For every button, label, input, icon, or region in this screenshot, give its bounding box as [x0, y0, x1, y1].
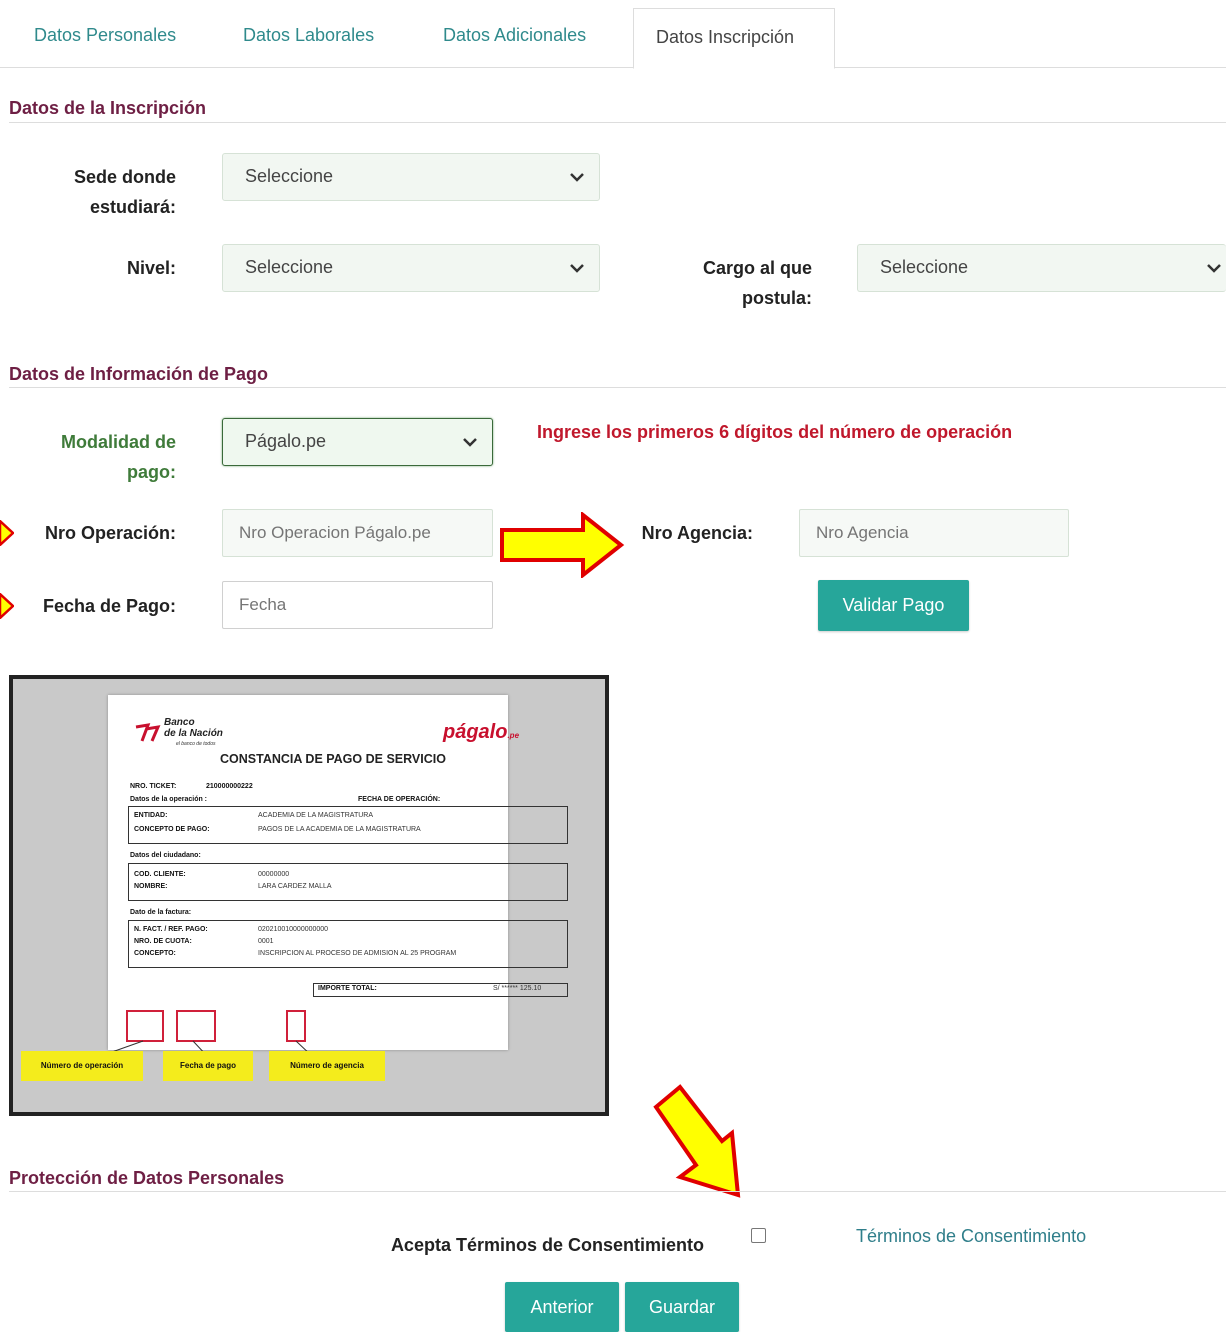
nivel-select-value: Seleccione: [245, 257, 334, 277]
validar-pago-button[interactable]: Validar Pago: [818, 580, 969, 631]
operacion-input[interactable]: [222, 509, 493, 557]
acepta-terminos-label: Acepta Términos de Consentimiento: [390, 1235, 704, 1255]
arrow-tip-icon: [0, 593, 14, 619]
guardar-button[interactable]: Guardar: [625, 1282, 739, 1332]
callout-numero-agencia: Número de agencia: [269, 1051, 385, 1081]
yellow-arrow-right-icon: [500, 512, 625, 578]
operation-digits-warning: Ingrese los primeros 6 dígitos del númer…: [537, 422, 1013, 442]
tab-datos-inscripcion[interactable]: Datos Inscripción: [633, 8, 835, 69]
agencia-input[interactable]: [799, 509, 1069, 557]
yellow-arrow-down-icon: [653, 1084, 741, 1198]
section-divider: [9, 387, 1226, 388]
callout-fecha-pago: Fecha de pago: [163, 1051, 253, 1081]
modalidad-select-value: Págalo.pe: [245, 431, 327, 451]
agencia-label: Nro Agencia:: [641, 523, 753, 543]
tab-datos-adicionales[interactable]: Datos Adicionales: [443, 25, 586, 46]
nivel-label: Nivel:: [126, 258, 176, 278]
sede-select-value: Seleccione: [245, 166, 334, 186]
tab-datos-personales[interactable]: Datos Personales: [34, 25, 176, 46]
tab-bar: [0, 0, 1226, 68]
sede-label: Sede donde estudiará:: [73, 167, 176, 217]
section-title-proteccion: Protección de Datos Personales: [9, 1168, 285, 1188]
fecha-label: Fecha de Pago:: [42, 596, 176, 616]
section-title-inscripcion: Datos de la Inscripción: [9, 98, 207, 118]
cargo-select[interactable]: Seleccione: [857, 244, 1226, 292]
modalidad-select[interactable]: Págalo.pe: [222, 418, 493, 466]
cargo-label: Cargo al que postula:: [702, 258, 812, 308]
payment-receipt-image: Banco de la Nación el banco de todos pág…: [9, 675, 609, 1116]
chevron-down-icon: [463, 438, 477, 447]
callout-lines: [97, 1040, 314, 1058]
chevron-down-icon: [1207, 264, 1221, 273]
cargo-select-value: Seleccione: [880, 257, 969, 277]
chevron-down-icon: [570, 264, 584, 273]
chevron-down-icon: [570, 173, 584, 182]
section-divider: [9, 1191, 1226, 1192]
modalidad-label: Modalidad de pago:: [60, 432, 176, 482]
callout-numero-operacion: Número de operación: [21, 1051, 143, 1081]
fecha-input[interactable]: [222, 581, 493, 629]
tab-datos-laborales[interactable]: Datos Laborales: [243, 25, 374, 46]
terminos-link[interactable]: Términos de Consentimiento: [856, 1226, 1086, 1247]
nivel-select[interactable]: Seleccione: [222, 244, 600, 292]
section-title-pago: Datos de Información de Pago: [9, 364, 269, 384]
sede-select[interactable]: Seleccione: [222, 153, 600, 201]
operacion-label: Nro Operación:: [44, 523, 176, 543]
section-divider: [9, 122, 1226, 123]
terms-checkbox[interactable]: [751, 1228, 766, 1243]
anterior-button[interactable]: Anterior: [505, 1282, 619, 1332]
arrow-tip-icon: [0, 520, 14, 546]
